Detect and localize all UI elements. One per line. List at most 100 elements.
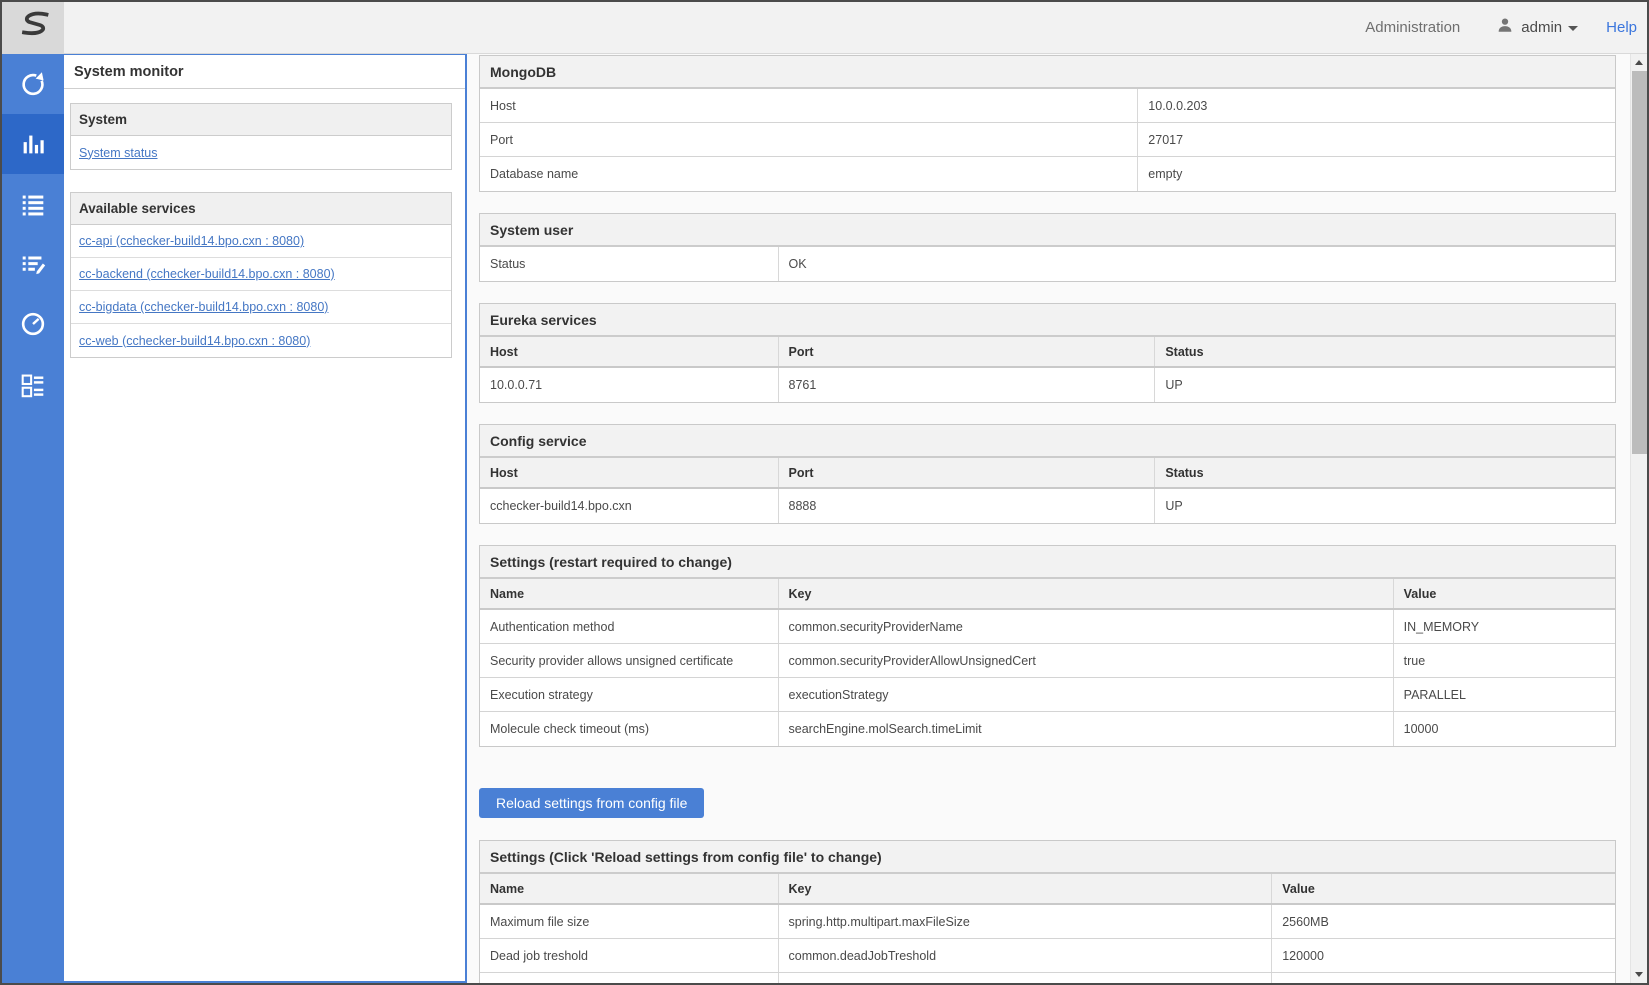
sidebar-item-audit-log[interactable] bbox=[2, 234, 64, 294]
row-label: Host bbox=[480, 89, 1138, 122]
service-link-cc-backend[interactable]: cc-backend (cchecker-build14.bpo.cxn : 8… bbox=[79, 267, 335, 281]
table-header-row: Host Port Status bbox=[480, 458, 1615, 489]
mongodb-title: MongoDB bbox=[480, 56, 1615, 89]
table-row: 10.0.0.71 8761 UP bbox=[480, 368, 1615, 402]
table-row: Host 10.0.0.203 bbox=[480, 89, 1615, 123]
settings-reload-title: Settings (Click 'Reload settings from co… bbox=[480, 841, 1615, 874]
bar-chart-icon bbox=[18, 129, 48, 159]
cell-name: Dead job treshold bbox=[480, 939, 779, 972]
app-window: { "header": { "administration": "Adminis… bbox=[0, 0, 1649, 985]
column-header: Name bbox=[480, 874, 779, 903]
row-value: empty bbox=[1138, 157, 1615, 191]
cell-key: hystrix.command.default.execution.timeou… bbox=[779, 973, 1273, 983]
sidebar-item-system-monitor[interactable] bbox=[2, 114, 64, 174]
sidebar-item-dashboard[interactable] bbox=[2, 354, 64, 414]
available-services-header: Available services bbox=[71, 193, 451, 225]
cell-name: Hystrix timeout enabled bbox=[480, 973, 779, 983]
system-status-link[interactable]: System status bbox=[79, 146, 158, 160]
table-row: Execution strategy executionStrategy PAR… bbox=[480, 678, 1615, 712]
config-service-title: Config service bbox=[480, 425, 1615, 458]
cell-key: common.securityProviderName bbox=[779, 610, 1394, 643]
list-edit-icon bbox=[18, 249, 48, 279]
reload-settings-button[interactable]: Reload settings from config file bbox=[479, 788, 704, 818]
cell-key: searchEngine.molSearch.timeLimit bbox=[779, 712, 1394, 746]
column-header: Host bbox=[480, 337, 779, 366]
table-row: Hystrix timeout enabled hystrix.command.… bbox=[480, 973, 1615, 983]
cell-status: UP bbox=[1155, 368, 1615, 402]
user-menu[interactable]: admin bbox=[1496, 16, 1578, 39]
system-section-header: System bbox=[71, 104, 451, 136]
service-link-cc-api[interactable]: cc-api (cchecker-build14.bpo.cxn : 8080) bbox=[79, 234, 304, 248]
panel-title: System monitor bbox=[64, 55, 465, 89]
dashboard-icon bbox=[18, 369, 48, 399]
help-link[interactable]: Help bbox=[1606, 19, 1637, 36]
row-value: 27017 bbox=[1138, 123, 1615, 156]
row-label: Status bbox=[480, 247, 779, 281]
scrollbar-thumb[interactable] bbox=[1632, 71, 1647, 454]
sidebar-nav bbox=[2, 54, 64, 983]
cell-name: Authentication method bbox=[480, 610, 779, 643]
list-icon bbox=[18, 189, 48, 219]
column-header: Key bbox=[779, 579, 1394, 608]
settings-restart-table: Settings (restart required to change) Na… bbox=[479, 545, 1616, 747]
person-icon bbox=[1496, 16, 1514, 39]
sidebar-item-refresh[interactable] bbox=[2, 54, 64, 114]
service-link-cc-web[interactable]: cc-web (cchecker-build14.bpo.cxn : 8080) bbox=[79, 334, 310, 348]
table-row: Database name empty bbox=[480, 157, 1615, 191]
cell-value: PARALLEL bbox=[1394, 678, 1615, 711]
chevron-down-icon bbox=[1568, 26, 1578, 31]
list-item[interactable]: cc-web (cchecker-build14.bpo.cxn : 8080) bbox=[71, 324, 451, 357]
main-content: MongoDB Host 10.0.0.203 Port 27017 Datab… bbox=[467, 54, 1630, 983]
refresh-icon bbox=[18, 69, 48, 99]
table-header-row: Name Key Value bbox=[480, 579, 1615, 610]
user-name: admin bbox=[1521, 19, 1562, 36]
sidebar-item-scheduler[interactable] bbox=[2, 294, 64, 354]
mongodb-table: MongoDB Host 10.0.0.203 Port 27017 Datab… bbox=[479, 55, 1616, 192]
column-header: Key bbox=[779, 874, 1273, 903]
cell-value: 2560MB bbox=[1272, 905, 1615, 938]
cell-key: common.securityProviderAllowUnsignedCert bbox=[779, 644, 1394, 677]
available-services-section: Available services cc-api (cchecker-buil… bbox=[70, 192, 452, 358]
table-header-row: Name Key Value bbox=[480, 874, 1615, 905]
cell-name: Molecule check timeout (ms) bbox=[480, 712, 779, 746]
cell-value: 10000 bbox=[1394, 712, 1615, 746]
column-header: Port bbox=[779, 337, 1156, 366]
scroll-down-button[interactable] bbox=[1631, 966, 1648, 983]
app-logo[interactable] bbox=[2, 2, 64, 54]
table-row: Authentication method common.securityPro… bbox=[480, 610, 1615, 644]
list-item[interactable]: cc-bigdata (cchecker-build14.bpo.cxn : 8… bbox=[71, 291, 451, 324]
table-row: Dead job treshold common.deadJobTreshold… bbox=[480, 939, 1615, 973]
list-item[interactable]: System status bbox=[71, 136, 451, 169]
content-area: System monitor System System status Avai… bbox=[2, 54, 1647, 983]
cell-name: Security provider allows unsigned certif… bbox=[480, 644, 779, 677]
cell-host: 10.0.0.71 bbox=[480, 368, 779, 402]
table-row: Molecule check timeout (ms) searchEngine… bbox=[480, 712, 1615, 746]
vertical-scrollbar[interactable] bbox=[1630, 54, 1647, 983]
table-row: Status OK bbox=[480, 247, 1615, 281]
cell-value: 120000 bbox=[1272, 939, 1615, 972]
cell-port: 8888 bbox=[779, 489, 1156, 523]
list-item[interactable]: cc-backend (cchecker-build14.bpo.cxn : 8… bbox=[71, 258, 451, 291]
column-header: Value bbox=[1394, 579, 1615, 608]
administration-menu[interactable]: Administration bbox=[1365, 19, 1460, 36]
cell-port: 8761 bbox=[779, 368, 1156, 402]
settings-restart-title: Settings (restart required to change) bbox=[480, 546, 1615, 579]
sidebar-item-list[interactable] bbox=[2, 174, 64, 234]
system-section: System System status bbox=[70, 103, 452, 170]
system-user-table: System user Status OK bbox=[479, 213, 1616, 282]
service-link-cc-bigdata[interactable]: cc-bigdata (cchecker-build14.bpo.cxn : 8… bbox=[79, 300, 328, 314]
cell-value: IN_MEMORY bbox=[1394, 610, 1615, 643]
system-monitor-panel: System monitor System System status Avai… bbox=[64, 54, 467, 983]
cell-key: executionStrategy bbox=[779, 678, 1394, 711]
eureka-title: Eureka services bbox=[480, 304, 1615, 337]
scroll-up-button[interactable] bbox=[1631, 54, 1648, 71]
cell-status: UP bbox=[1155, 489, 1615, 523]
list-item[interactable]: cc-api (cchecker-build14.bpo.cxn : 8080) bbox=[71, 225, 451, 258]
top-header-bar: Administration admin Help bbox=[2, 2, 1647, 54]
cell-host: cchecker-build14.bpo.cxn bbox=[480, 489, 779, 523]
table-row: Security provider allows unsigned certif… bbox=[480, 644, 1615, 678]
triangle-up-icon bbox=[1635, 60, 1643, 65]
row-label: Database name bbox=[480, 157, 1138, 191]
status-value: OK bbox=[779, 247, 1616, 281]
cell-name: Maximum file size bbox=[480, 905, 779, 938]
